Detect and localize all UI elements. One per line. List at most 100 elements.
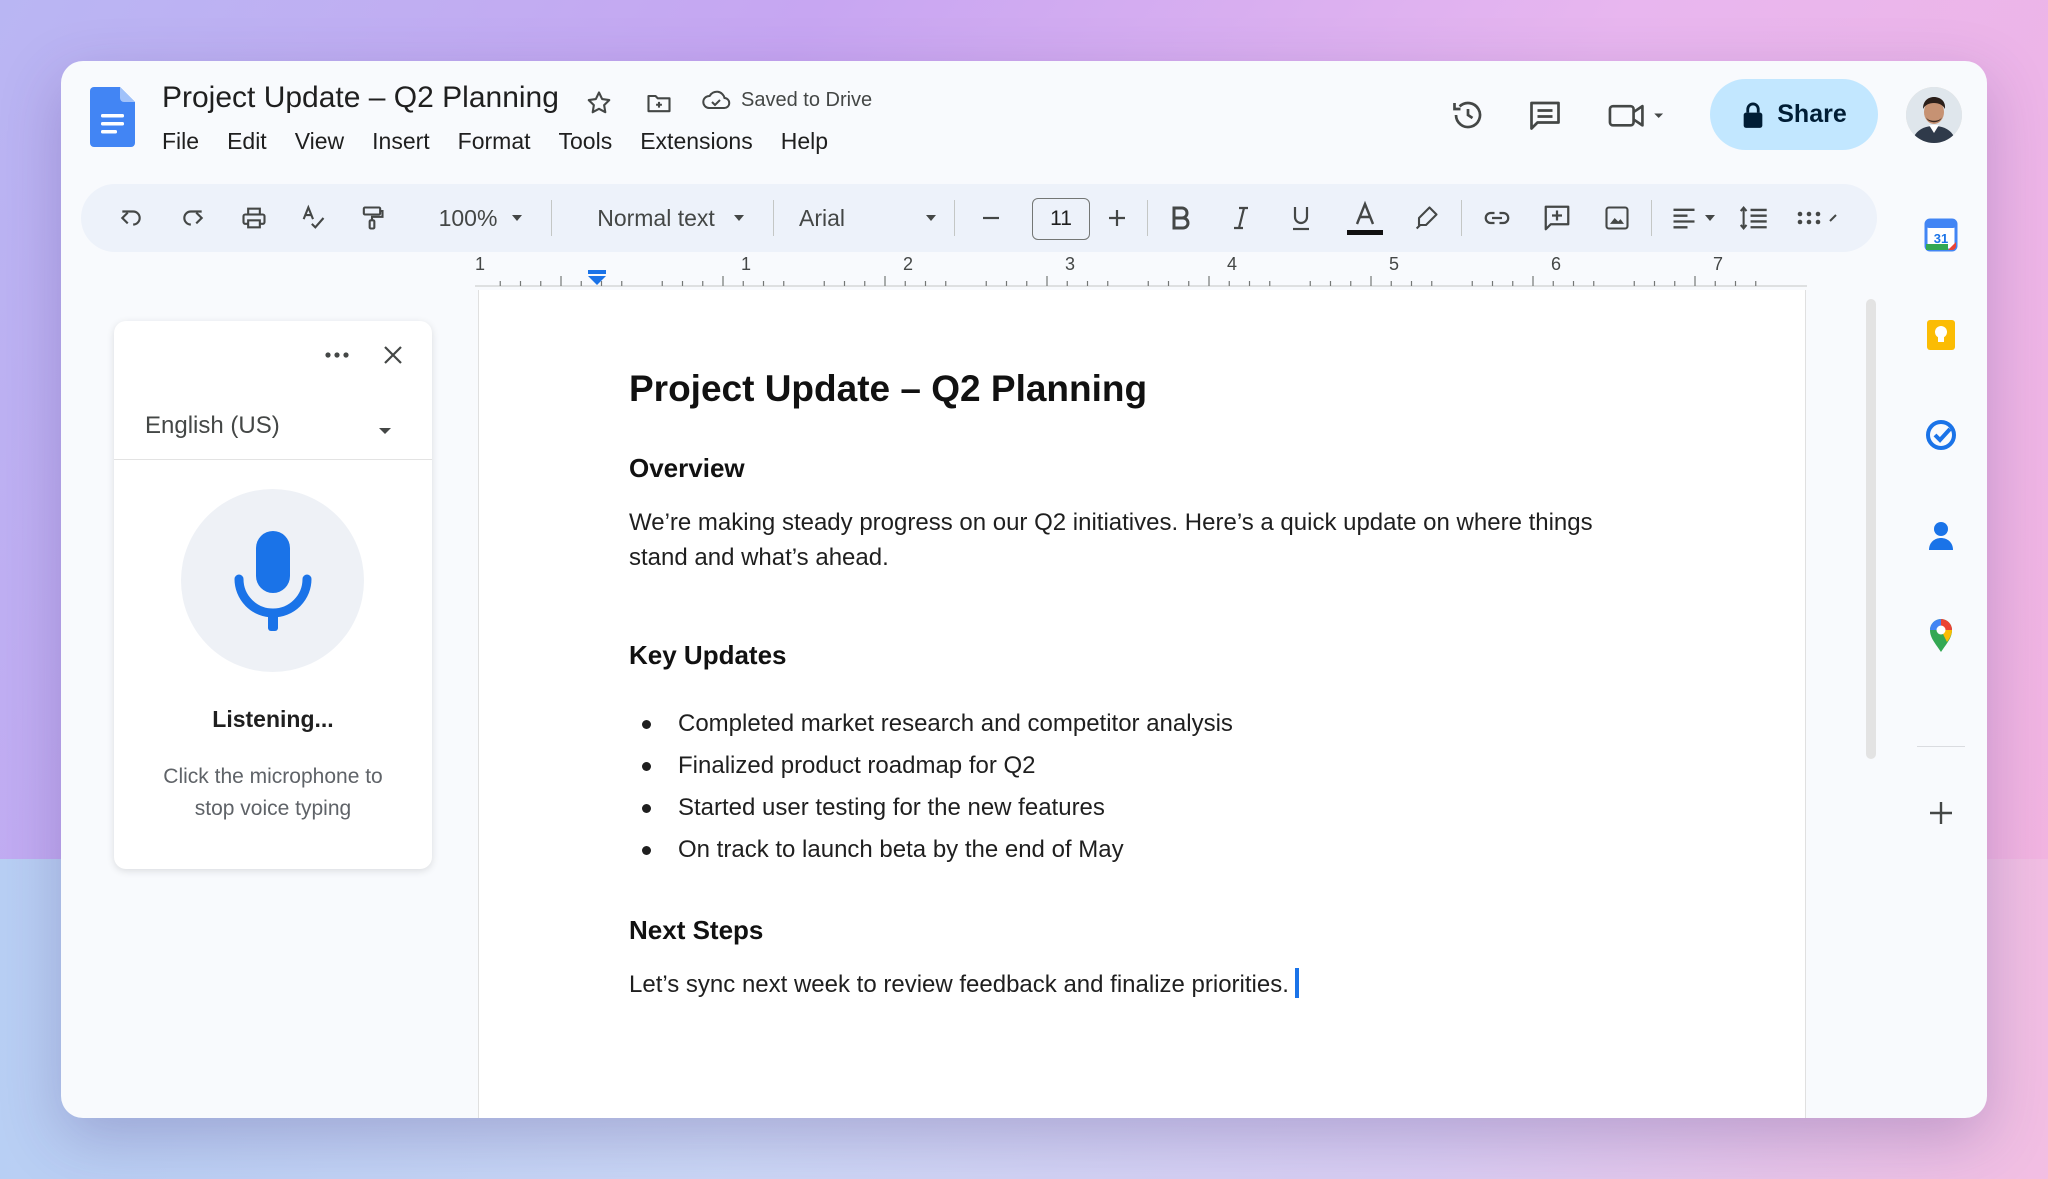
- ruler-label: 1: [741, 256, 751, 274]
- scrollbar[interactable]: [1866, 299, 1876, 759]
- version-history-icon[interactable]: [1444, 91, 1492, 139]
- increase-font-size-icon[interactable]: [1097, 184, 1137, 252]
- language-select-label[interactable]: English (US): [145, 412, 280, 440]
- contacts-icon[interactable]: [1921, 515, 1961, 555]
- avatar[interactable]: [1906, 87, 1962, 143]
- listening-status: Listening...: [212, 706, 334, 732]
- menu-edit[interactable]: Edit: [213, 128, 281, 155]
- zoom-select[interactable]: 100%: [426, 184, 536, 252]
- meet-icon[interactable]: [1603, 91, 1673, 139]
- toolbar-divider: [551, 200, 552, 236]
- save-status[interactable]: Saved to Drive: [701, 88, 872, 112]
- style-select[interactable]: Normal text: [571, 184, 771, 252]
- toolbar: 100% Normal text Arial 11: [81, 184, 1877, 252]
- ruler-label: 5: [1389, 256, 1399, 274]
- menu-bar: File Edit View Insert Format Tools Exten…: [162, 128, 842, 155]
- share-label: Share: [1777, 100, 1847, 128]
- maps-icon[interactable]: [1921, 615, 1961, 655]
- move-to-folder-icon[interactable]: [641, 85, 677, 121]
- docs-window: Project Update – Q2 Planning Saved to Dr…: [61, 61, 1987, 1118]
- microphone-button[interactable]: [181, 489, 364, 672]
- ruler-label: 4: [1227, 256, 1237, 274]
- bold-icon[interactable]: [1161, 184, 1201, 252]
- undo-icon[interactable]: [111, 184, 151, 252]
- tasks-icon[interactable]: [1921, 415, 1961, 455]
- font-select[interactable]: Arial: [793, 184, 943, 252]
- decrease-font-size-icon[interactable]: [971, 184, 1011, 252]
- ruler-label: 1: [475, 256, 485, 274]
- redo-icon[interactable]: [173, 184, 213, 252]
- menu-file[interactable]: File: [162, 128, 213, 155]
- italic-icon[interactable]: [1221, 184, 1261, 252]
- calendar-day: 31: [1934, 231, 1948, 246]
- menu-format[interactable]: Format: [444, 128, 545, 155]
- close-icon[interactable]: [373, 335, 413, 375]
- chevron-down-icon[interactable]: [370, 416, 400, 446]
- divider: [114, 459, 432, 460]
- comments-icon[interactable]: [1521, 91, 1569, 139]
- first-line-indent-icon[interactable]: [588, 270, 606, 274]
- line-spacing-icon[interactable]: [1734, 184, 1774, 252]
- add-icon[interactable]: [1921, 793, 1961, 833]
- menu-tools[interactable]: Tools: [545, 128, 627, 155]
- overview-heading: Overview: [629, 453, 745, 483]
- star-icon[interactable]: [581, 85, 617, 121]
- document-heading: Project Update – Q2 Planning: [629, 368, 1148, 409]
- insert-image-icon[interactable]: [1597, 184, 1637, 252]
- more-options-icon[interactable]: [317, 335, 357, 375]
- side-panel-divider: [1917, 746, 1965, 747]
- align-select[interactable]: [1663, 184, 1723, 252]
- docs-logo-icon[interactable]: [90, 87, 135, 147]
- ruler-label: 6: [1551, 256, 1561, 274]
- ruler-label: 2: [903, 256, 913, 274]
- voice-typing-hint: Click the microphone to stop voice typin…: [163, 765, 383, 820]
- chevron-down-icon: [926, 215, 936, 221]
- document-page[interactable]: Project Update – Q2 Planning Overview We…: [478, 290, 1806, 1118]
- key-updates-heading: Key Updates: [629, 640, 787, 670]
- next-steps-text: Let’s sync next week to review feedback …: [629, 971, 1289, 998]
- toolbar-divider: [1651, 200, 1652, 236]
- menu-view[interactable]: View: [281, 128, 358, 155]
- highlight-color-icon[interactable]: [1406, 184, 1446, 252]
- keep-icon[interactable]: [1921, 315, 1961, 355]
- style-value: Normal text: [597, 204, 715, 231]
- save-status-text: Saved to Drive: [741, 88, 873, 111]
- font-value: Arial: [799, 204, 846, 231]
- menu-extensions[interactable]: Extensions: [626, 128, 767, 155]
- add-comment-icon[interactable]: [1537, 184, 1577, 252]
- microphone-icon: [234, 530, 311, 631]
- insert-link-icon[interactable]: [1477, 184, 1517, 252]
- font-size-input[interactable]: 11: [1032, 198, 1090, 240]
- print-icon[interactable]: [234, 184, 274, 252]
- list-item: On track to launch beta by the end of Ma…: [629, 829, 1233, 871]
- calendar-icon[interactable]: 31: [1921, 215, 1961, 255]
- side-panel: 31: [1895, 191, 1987, 1118]
- menu-insert[interactable]: Insert: [358, 128, 444, 155]
- align-left-icon: [1673, 208, 1695, 229]
- ruler[interactable]: 1 1 2 3 4 5 6 7: [475, 256, 1807, 290]
- document-title[interactable]: Project Update – Q2 Planning: [162, 81, 559, 115]
- list-item: Finalized product roadmap for Q2: [629, 745, 1233, 787]
- cloud-done-icon: [702, 90, 731, 109]
- chevron-down-icon: [1705, 215, 1715, 221]
- share-button[interactable]: Share: [1710, 79, 1878, 150]
- more-options-icon[interactable]: [1789, 184, 1845, 252]
- text-cursor: [1294, 968, 1299, 998]
- overview-text: We’re making steady progress on our Q2 i…: [629, 509, 1593, 571]
- indent-marker-icon[interactable]: [588, 276, 606, 285]
- paint-format-icon[interactable]: [352, 184, 392, 252]
- chevron-down-icon: [512, 215, 523, 221]
- ruler-label: 3: [1065, 256, 1075, 274]
- text-color-icon[interactable]: [1343, 184, 1387, 252]
- key-updates-list: Completed market research and competitor…: [629, 703, 1233, 871]
- toolbar-divider: [1461, 200, 1462, 236]
- spellcheck-icon[interactable]: [293, 184, 333, 252]
- toolbar-divider: [954, 200, 955, 236]
- ruler-label: 7: [1713, 256, 1723, 274]
- zoom-value: 100%: [438, 204, 498, 231]
- next-steps-heading: Next Steps: [629, 915, 764, 945]
- voice-typing-panel: English (US) Listening... Click the micr…: [114, 321, 432, 869]
- collapse-icon: [1829, 214, 1837, 222]
- underline-icon[interactable]: [1281, 184, 1321, 252]
- menu-help[interactable]: Help: [767, 128, 842, 155]
